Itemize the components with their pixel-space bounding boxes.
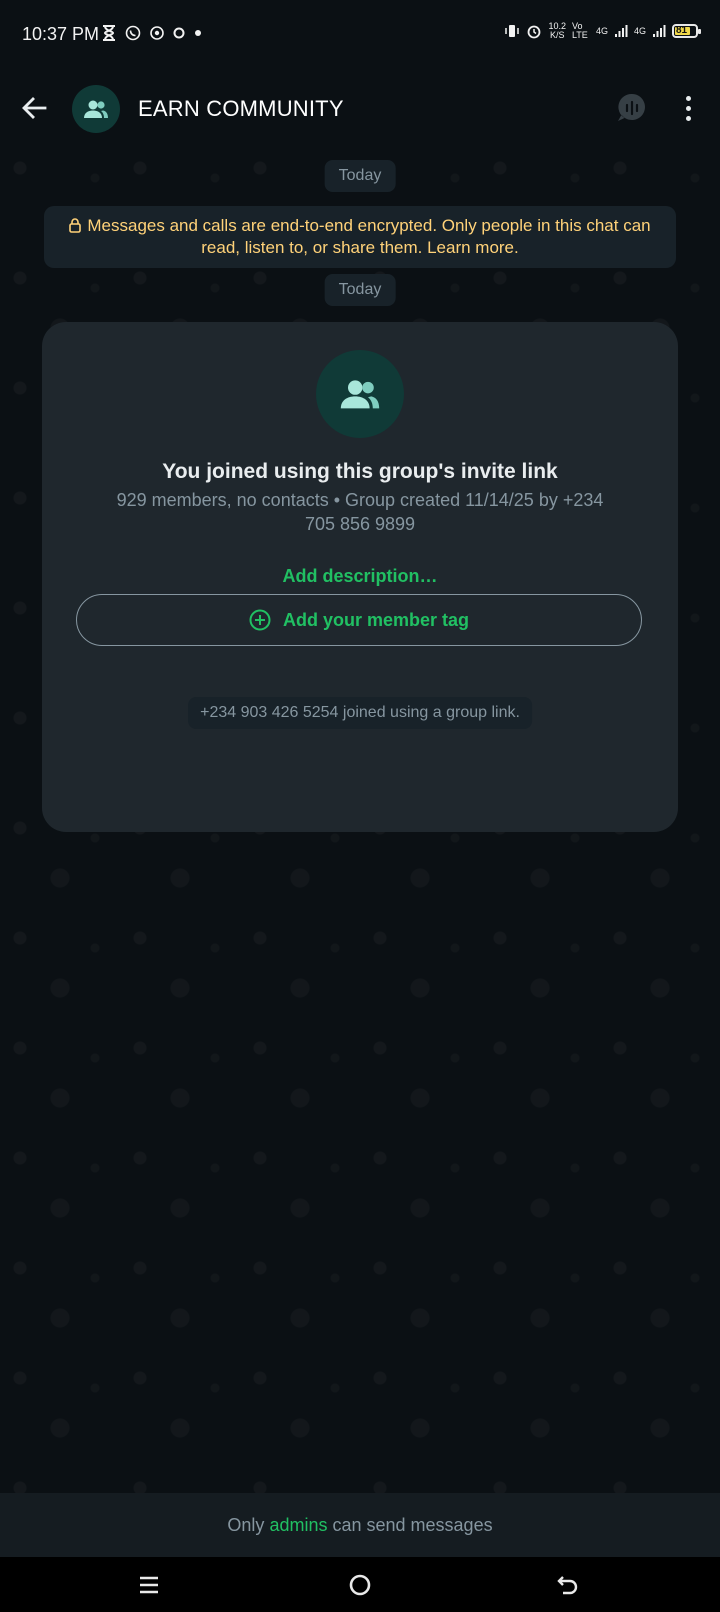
dot-icon bbox=[195, 30, 201, 36]
alarm-icon bbox=[528, 25, 541, 39]
admins-prefix: Only bbox=[227, 1515, 265, 1535]
admins-only-bar: Only admins can send messages bbox=[0, 1493, 720, 1557]
group-icon bbox=[340, 380, 380, 409]
group-icon bbox=[84, 100, 108, 118]
group-avatar[interactable] bbox=[72, 85, 120, 133]
add-member-tag-label: Add your member tag bbox=[282, 609, 470, 630]
status-notification-icons bbox=[102, 25, 202, 41]
add-description-link[interactable]: Add description… bbox=[42, 566, 678, 587]
home-circle-icon bbox=[349, 1574, 371, 1596]
system-nav-bar bbox=[0, 1557, 720, 1612]
status-bar: 10:37 PM 10.2 K/S Vo LTE 4G 4G 81 bbox=[0, 0, 720, 70]
recents-button[interactable] bbox=[133, 1569, 165, 1601]
vibrate-icon bbox=[505, 25, 520, 37]
waveform-chat-icon bbox=[618, 93, 645, 121]
more-options-button[interactable] bbox=[676, 92, 700, 124]
signal-1-icon bbox=[614, 25, 628, 37]
network-2-label: 4G bbox=[633, 26, 646, 36]
group-details: 929 members, no contacts • Group created… bbox=[116, 490, 604, 534]
voice-chat-button[interactable] bbox=[614, 90, 650, 126]
network-1-label: 4G bbox=[595, 26, 608, 36]
back-nav-button[interactable] bbox=[552, 1569, 584, 1601]
hourglass-icon bbox=[103, 25, 115, 41]
arrow-left-icon bbox=[22, 97, 47, 119]
dot-3 bbox=[685, 115, 691, 121]
chrome-icon bbox=[150, 26, 164, 40]
battery-icon: 81 bbox=[672, 24, 701, 38]
signal-2-icon bbox=[653, 25, 666, 37]
card-title: You joined using this group's invite lin… bbox=[162, 460, 558, 483]
speed-unit: K/S bbox=[549, 30, 565, 40]
admins-suffix: can send messages bbox=[332, 1515, 493, 1535]
volte-label: Vo LTE bbox=[571, 21, 588, 40]
back-button[interactable] bbox=[18, 92, 50, 124]
network-speed: 10.2 K/S bbox=[548, 22, 566, 40]
return-icon bbox=[557, 1576, 578, 1595]
encryption-notice-text: Messages and calls are end-to-end encryp… bbox=[87, 216, 651, 257]
add-member-tag-button[interactable]: Add your member tag bbox=[76, 594, 642, 646]
status-time: 10:37 PM bbox=[22, 24, 100, 44]
whatsapp-icon bbox=[125, 25, 141, 41]
admins-link[interactable]: admins bbox=[269, 1515, 327, 1535]
lock-icon bbox=[69, 218, 82, 233]
dot-1 bbox=[685, 95, 691, 101]
circle-icon bbox=[173, 27, 185, 39]
encryption-notice[interactable]: Messages and calls are end-to-end encryp… bbox=[44, 206, 676, 268]
home-button[interactable] bbox=[344, 1569, 376, 1601]
date-chip: Today bbox=[324, 274, 396, 306]
date-chip: Today bbox=[324, 160, 396, 192]
battery-level: 81 bbox=[676, 25, 688, 36]
group-info-card: You joined using this group's invite lin… bbox=[42, 322, 678, 832]
chat-header: EARN COMMUNITY bbox=[0, 70, 720, 149]
chat-title[interactable]: EARN COMMUNITY bbox=[138, 96, 344, 122]
chat-area[interactable]: Today Messages and calls are end-to-end … bbox=[0, 148, 720, 1493]
menu-icon bbox=[140, 1576, 158, 1594]
group-card-avatar bbox=[316, 350, 404, 438]
dot-2 bbox=[685, 105, 691, 111]
system-message: +234 903 426 5254 joined using a group l… bbox=[188, 697, 532, 729]
status-system-icons: 10.2 K/S Vo LTE 4G 4G 81 bbox=[504, 21, 701, 40]
plus-circle-icon bbox=[249, 609, 271, 631]
